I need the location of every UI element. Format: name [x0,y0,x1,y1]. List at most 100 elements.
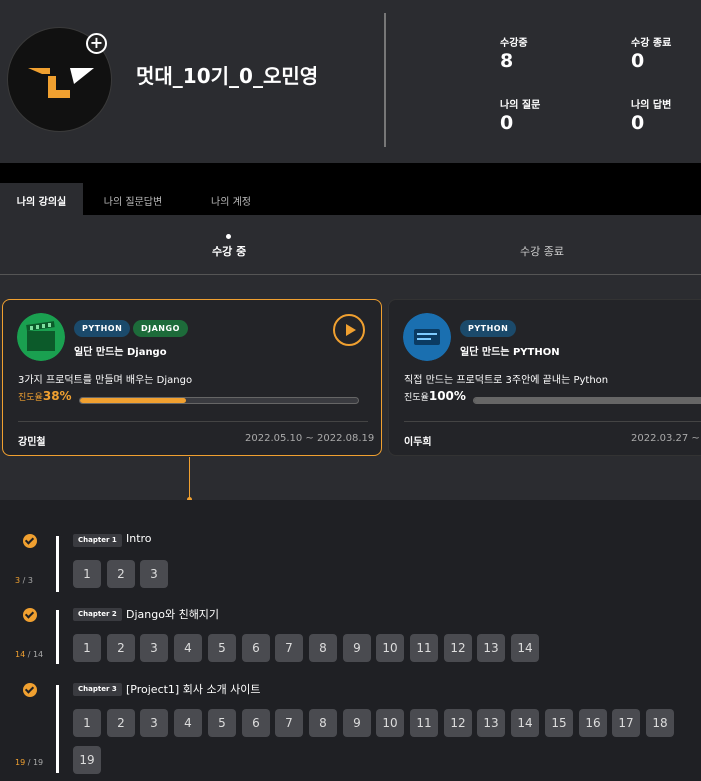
lesson-button[interactable]: 15 [545,709,573,737]
completed-count: 19 [15,758,26,767]
progress-label: 진도율38% [18,389,72,403]
course-card[interactable]: PYTHON 일단 만드는 PYTHON 직접 만드는 프로덕트로 3주안에 끝… [388,299,701,456]
lesson-button[interactable]: 16 [579,709,607,737]
lesson-button[interactable]: 6 [242,709,270,737]
lesson-button[interactable]: 3 [140,560,168,588]
lesson-button[interactable]: 6 [242,634,270,662]
lesson-button[interactable]: 12 [444,634,472,662]
lesson-button[interactable]: 5 [208,709,236,737]
lesson-button[interactable]: 7 [275,709,303,737]
course-card[interactable]: PYTHON DJANGO 일단 만드는 Django 3가지 프로덕트를 만들… [2,299,382,456]
lesson-button[interactable]: 17 [612,709,640,737]
lesson-button[interactable]: 3 [140,634,168,662]
completed-count: 14 [15,650,26,659]
lesson-button[interactable]: 14 [511,709,539,737]
lesson-button[interactable]: 1 [73,560,101,588]
stat-label: 수강중 [500,38,528,49]
lesson-button[interactable]: 8 [309,634,337,662]
chapter-progress-count: 19 / 19 [15,758,43,767]
lesson-button[interactable]: 12 [444,709,472,737]
lesson-button[interactable]: 5 [208,634,236,662]
plus-circle-icon[interactable]: + [86,33,107,54]
subtab-in-progress[interactable]: 수강 중 [212,243,246,259]
lesson-button[interactable]: 2 [107,560,135,588]
chapter-complete-icon [23,534,37,548]
lesson-button[interactable]: 4 [174,634,202,662]
instructor-name: 강민철 [18,437,46,448]
stat-questions[interactable]: 나의 질문 0 [500,96,540,134]
lesson-button[interactable]: 18 [646,709,674,737]
lesson-button[interactable]: 9 [343,709,371,737]
stat-answers[interactable]: 나의 답변 0 [631,96,671,134]
divider [404,421,701,422]
course-title: 일단 만드는 PYTHON [460,347,560,358]
tab-my-classroom[interactable]: 나의 강의실 [0,183,83,215]
lesson-button[interactable]: 19 [73,746,101,774]
lesson-button[interactable]: 11 [410,634,438,662]
lesson-button[interactable]: 10 [376,709,404,737]
clapperboard-icon [17,313,65,361]
stat-label: 나의 답변 [631,100,672,111]
progress-label-text: 진도율 [404,393,429,403]
course-thumbnail [17,313,65,361]
stat-value: 0 [500,112,514,134]
lesson-button[interactable]: 13 [477,709,505,737]
chapter-line [56,536,59,592]
course-thumbnail [403,313,451,361]
lesson-button[interactable]: 1 [73,709,101,737]
lesson-button[interactable]: 2 [107,709,135,737]
progress-label-text: 진도율 [18,393,43,403]
chapter-badge: Chapter 1 [73,534,122,547]
stat-label: 나의 질문 [500,100,541,111]
lesson-button[interactable]: 7 [275,634,303,662]
course-period: 2022.03.27 ~ 2 [631,433,701,444]
lesson-button[interactable]: 14 [511,634,539,662]
lesson-button[interactable]: 2 [107,634,135,662]
progress-label: 진도율100% [404,389,466,403]
chapter-title[interactable]: Django와 친해지기 [126,606,219,622]
chapter-line [56,610,59,664]
course-status-tabs: 수강 중 수강 종료 [0,215,701,275]
total-count: 14 [32,650,44,659]
lesson-button[interactable]: 4 [174,709,202,737]
course-description: 직접 만드는 프로덕트로 3주안에 끝내는 Python [404,375,609,386]
divider [384,13,386,147]
stat-finished[interactable]: 수강 종료 0 [631,34,671,72]
tag-badge: PYTHON [460,320,517,337]
progress-bar [473,397,701,404]
subtab-finished[interactable]: 수강 종료 [520,243,564,259]
progress-percent: 100% [428,389,466,403]
lesson-button[interactable]: 8 [309,709,337,737]
total-count: 3 [27,576,33,585]
chapter-title[interactable]: Intro [126,532,152,545]
tag-badge: DJANGO [133,320,188,337]
chapter-complete-icon [23,608,37,622]
chapter-title[interactable]: [Project1] 회사 소개 사이트 [126,681,261,697]
chapter-badge: Chapter 2 [73,608,122,621]
stat-value: 8 [500,50,514,72]
course-description: 3가지 프로덕트를 만들며 배우는 Django [18,375,193,386]
lesson-button[interactable]: 10 [376,634,404,662]
lesson-button[interactable]: 9 [343,634,371,662]
chapter-complete-icon [23,683,37,697]
course-carousel: PYTHON DJANGO 일단 만드는 Django 3가지 프로덕트를 만들… [0,276,701,771]
tab-my-qna[interactable]: 나의 질문답변 [88,183,178,215]
lesson-button[interactable]: 11 [410,709,438,737]
instructor-name: 이두희 [404,437,432,448]
chapter-progress-count: 14 / 14 [15,650,43,659]
chapter-line [56,685,59,773]
play-icon[interactable] [333,314,365,346]
card-connector [189,457,190,499]
stat-enrolled[interactable]: 수강중 8 [500,34,528,72]
lesson-button[interactable]: 3 [140,709,168,737]
lesson-button[interactable]: 13 [477,634,505,662]
progress-percent: 38% [42,389,72,403]
chapter-list: 3 / 3 Chapter 1 Intro 1 2 3 14 / 14 Chapter 2 Dj… [0,500,701,781]
stat-value: 0 [631,50,645,72]
active-indicator [226,234,231,239]
course-period: 2022.05.10 ~ 2022.08.19 [245,433,375,444]
lesson-button[interactable]: 1 [73,634,101,662]
tab-my-account[interactable]: 나의 계정 [192,183,270,215]
main-tabs: 나의 강의실 나의 질문답변 나의 계정 [0,163,701,215]
profile-header: + 멋대_10기_0_오민영 수강중 8 수강 종료 0 나의 질문 0 나의 … [0,0,701,163]
